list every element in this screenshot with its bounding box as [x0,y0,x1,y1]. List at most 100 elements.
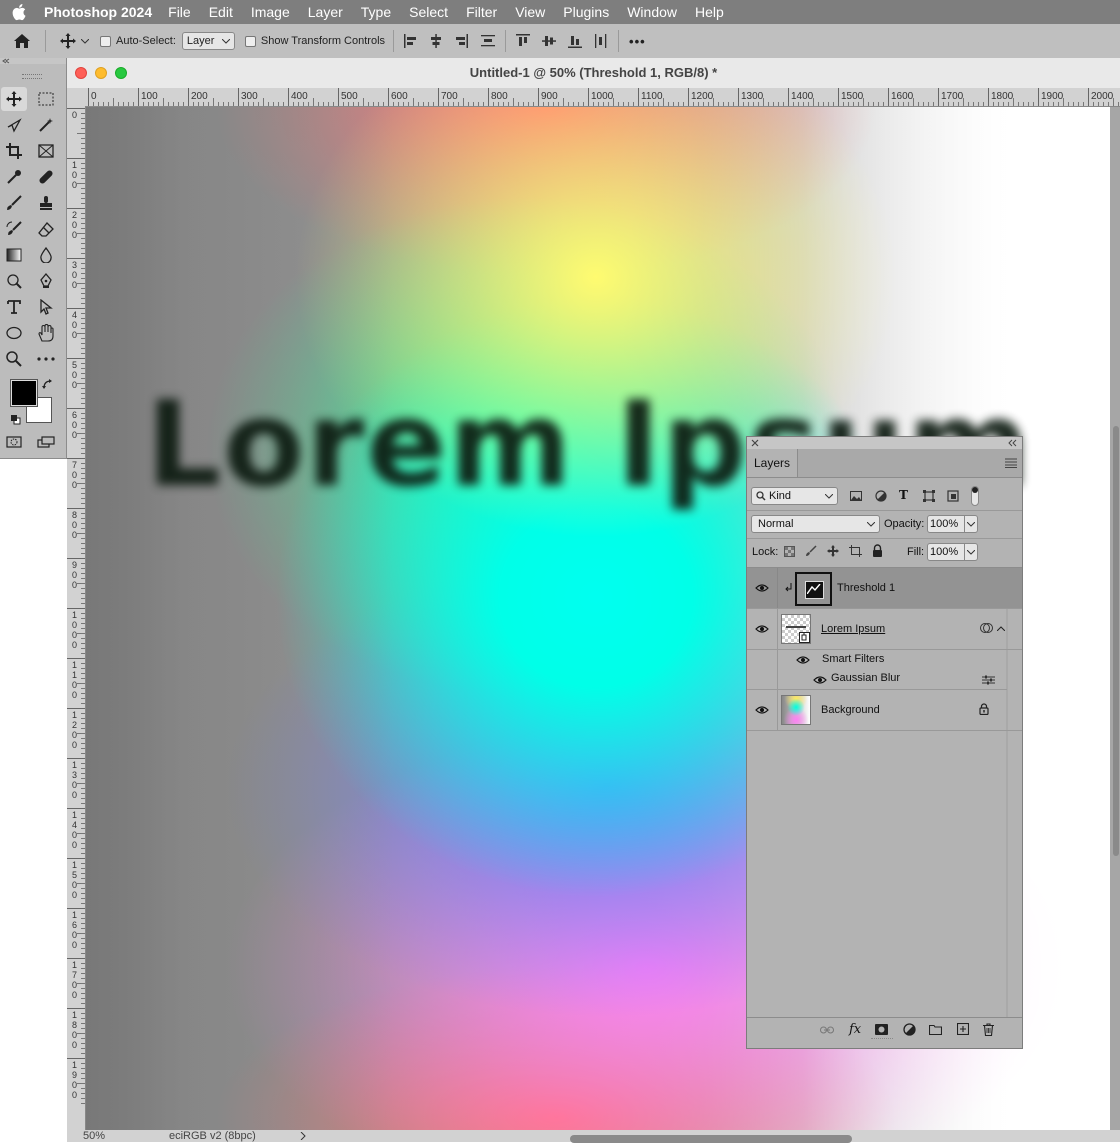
lock-all-icon[interactable] [872,544,883,557]
vertical-scrollbar[interactable] [1113,426,1119,856]
type-icon[interactable] [1,295,27,319]
crop-icon[interactable] [1,139,27,163]
history-brush-icon[interactable] [1,217,27,241]
background-thumbnail[interactable] [781,695,811,725]
lock-transparent-pixels-icon[interactable] [784,546,795,557]
shape-layer-filter-icon[interactable] [923,490,935,502]
visibility-eye-icon[interactable] [755,705,769,715]
pen-icon[interactable] [33,269,59,293]
close-icon[interactable] [751,439,759,447]
clone-stamp-icon[interactable] [33,191,59,215]
menu-help[interactable]: Help [695,4,724,20]
menu-edit[interactable]: Edit [209,4,233,20]
visibility-eye-icon[interactable] [813,675,827,685]
layer-style-fx-icon[interactable]: fx [849,1022,861,1037]
distribute-horizontal-icon[interactable] [592,34,610,48]
show-transform-checkbox[interactable] [244,35,256,47]
layer-name[interactable]: Background [821,704,880,716]
layer-name[interactable]: Lorem Ipsum [821,623,885,635]
smart-filter-effects-icon[interactable] [980,622,994,634]
swap-colors-icon[interactable] [42,378,54,396]
panel-menu-icon[interactable] [1005,458,1017,468]
lasso-icon[interactable] [1,113,27,137]
app-name[interactable]: Photoshop 2024 [44,4,152,20]
chevron-down-icon[interactable] [80,38,90,44]
new-group-folder-icon[interactable] [929,1024,942,1035]
gaussian-blur-label[interactable]: Gaussian Blur [831,672,900,684]
filter-kind-dropdown[interactable]: Kind [751,487,838,505]
move-tool-icon[interactable] [1,87,27,111]
collapse-icon[interactable] [1007,439,1017,447]
horizontal-ruler[interactable]: 0 100 200 300 400 500 600 700 800 900 1000 1100 1200… [85,88,1120,107]
foreground-color-swatch[interactable] [10,379,38,407]
smart-filters-row[interactable]: Smart Filters [778,650,1007,670]
menu-plugins[interactable]: Plugins [563,4,609,20]
move-tool-icon[interactable] [58,33,78,49]
auto-select-checkbox[interactable] [100,35,111,47]
gradient-icon[interactable] [1,243,27,267]
add-mask-icon[interactable] [875,1024,888,1035]
blur-icon[interactable] [33,243,59,267]
home-icon[interactable] [11,33,33,49]
layer-row-lorem-ipsum[interactable]: Lorem Ipsum [747,609,1022,720]
apple-icon[interactable] [12,2,32,22]
pixel-layer-filter-icon[interactable] [850,491,862,501]
zoom-icon[interactable] [1,347,27,371]
menu-image[interactable]: Image [251,4,290,20]
menu-type[interactable]: Type [361,4,391,20]
lock-image-pixels-icon[interactable] [805,545,817,557]
visibility-eye-icon[interactable] [796,655,810,665]
lock-artboard-icon[interactable] [849,545,862,557]
layer-name[interactable]: Threshold 1 [837,582,895,594]
delete-layer-icon[interactable] [983,1023,994,1036]
adjustment-thumbnail[interactable] [795,572,832,606]
type-layer-filter-icon[interactable]: T [899,488,908,502]
opacity-value[interactable]: 100% [930,518,958,530]
blending-options-icon[interactable] [982,675,995,685]
menu-layer[interactable]: Layer [308,4,343,20]
blend-mode-dropdown[interactable]: Normal [751,515,880,533]
healing-brush-icon[interactable] [33,165,59,189]
visibility-eye-icon[interactable] [755,624,769,634]
align-right-icon[interactable] [452,34,470,48]
collapse-icon[interactable] [2,58,10,64]
more-tools-icon[interactable] [33,347,59,371]
frame-icon[interactable] [33,139,59,163]
menu-view[interactable]: View [515,4,545,20]
align-top-icon[interactable] [514,34,532,48]
more-options-icon[interactable]: ••• [629,34,646,49]
lock-position-icon[interactable] [827,545,839,557]
chevron-up-icon[interactable] [997,626,1005,631]
fill-value[interactable]: 100% [930,546,958,558]
chevron-down-icon[interactable] [967,522,975,527]
link-layers-icon[interactable] [820,1026,834,1034]
eraser-icon[interactable] [33,217,59,241]
auto-select-dropdown[interactable]: Layer [181,32,235,50]
layer-row-background[interactable]: Background [747,690,1022,731]
menu-filter[interactable]: Filter [466,4,497,20]
adjustment-layer-filter-icon[interactable] [875,490,887,502]
quick-mask-icon[interactable] [6,435,22,453]
smart-filters-label[interactable]: Smart Filters [822,653,884,665]
fill-field[interactable]: 100% [927,543,978,561]
rectangular-marquee-icon[interactable] [33,87,59,111]
tab-layers[interactable]: Layers [747,449,798,477]
path-selection-icon[interactable] [33,295,59,319]
distribute-vertical-icon[interactable] [479,34,497,48]
toolbar-header[interactable] [0,58,66,64]
vertical-ruler[interactable]: 01 0 02 0 03 0 04 0 05 0 06 0 07 0 08 0 … [67,106,86,1130]
zoom-level[interactable]: 50% [83,1130,105,1142]
hand-icon[interactable] [33,321,59,345]
gaussian-blur-row[interactable]: Gaussian Blur [778,669,1007,689]
grip-handle[interactable] [22,74,42,79]
menu-window[interactable]: Window [627,4,677,20]
lock-icon[interactable] [979,703,989,715]
align-horizontal-center-icon[interactable] [427,34,445,48]
align-vertical-center-icon[interactable] [540,34,558,48]
ellipse-icon[interactable] [1,321,27,345]
brush-icon[interactable] [1,191,27,215]
filter-toggle[interactable] [971,486,979,506]
magic-wand-icon[interactable] [33,113,59,137]
menu-select[interactable]: Select [409,4,448,20]
chevron-right-icon[interactable] [300,1132,306,1140]
